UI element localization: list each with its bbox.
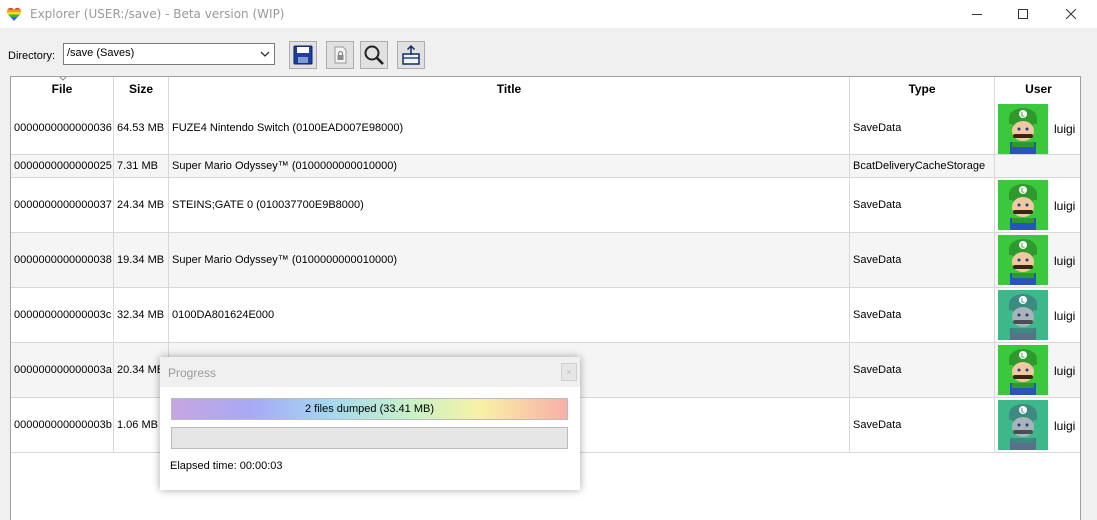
- user-name: luigi: [1054, 364, 1076, 378]
- svg-text:L: L: [1021, 189, 1025, 195]
- sort-arrow-icon: [59, 77, 67, 81]
- cell-size: 32.34 MB: [114, 288, 169, 342]
- cell-size: 64.53 MB: [114, 102, 169, 154]
- export-button[interactable]: [397, 41, 425, 69]
- table-row[interactable]: 000000000000003c 32.34 MB 0100DA801624E000…: [11, 288, 1080, 343]
- svg-text:L: L: [1021, 409, 1025, 415]
- toolbar: Directory: /save (Saves): [0, 28, 1097, 76]
- cell-size: 7.31 MB: [114, 155, 169, 177]
- column-header-user-label: User: [1025, 82, 1052, 96]
- cell-type: SaveData: [850, 178, 995, 232]
- column-header-file-label: File: [51, 82, 73, 96]
- cell-size: 19.34 MB: [114, 233, 169, 287]
- directory-label: Directory:: [8, 50, 56, 62]
- svg-text:L: L: [1021, 354, 1025, 360]
- window-title: Explorer (USER:/save) - Beta version (WI…: [30, 7, 285, 21]
- svg-text:L: L: [1021, 299, 1025, 305]
- maximize-icon: [1018, 9, 1028, 19]
- cell-file: 000000000000003b: [11, 398, 114, 452]
- cell-type: SaveData: [850, 343, 995, 397]
- table-row[interactable]: 0000000000000036 64.53 MB FUZE4 Nintendo S…: [11, 102, 1080, 155]
- table-row[interactable]: 0000000000000038 19.34 MB Super Mario Odys…: [11, 233, 1080, 288]
- table-row[interactable]: 0000000000000025 7.31 MB Super Mario Odyss…: [11, 155, 1080, 178]
- progress-bar-current-text: [172, 428, 567, 448]
- user-avatar: L: [998, 290, 1048, 340]
- dialog-close-button[interactable]: ×: [561, 363, 577, 381]
- progress-dialog-body: 2 files dumped (33.41 MB) Elapsed time: …: [160, 387, 580, 490]
- cell-file: 0000000000000025: [11, 155, 114, 177]
- column-header-title[interactable]: Title: [169, 77, 850, 102]
- cell-file: 000000000000003c: [11, 288, 114, 342]
- column-header-size-label: Size: [128, 82, 153, 96]
- column-header-size[interactable]: Size: [114, 77, 169, 102]
- user-name: luigi: [1054, 254, 1076, 268]
- cell-file: 0000000000000038: [11, 233, 114, 287]
- column-header-user[interactable]: User: [995, 77, 1080, 102]
- cell-file: 000000000000003a: [11, 343, 114, 397]
- directory-select[interactable]: /save (Saves): [63, 43, 275, 65]
- chevron-down-icon: [260, 51, 270, 57]
- cell-title: FUZE4 Nintendo Switch (0100EAD007E98000): [169, 102, 850, 154]
- user-name: luigi: [1054, 419, 1076, 433]
- maximize-button[interactable]: [1000, 0, 1046, 28]
- close-button[interactable]: [1048, 0, 1094, 28]
- progress-dialog-title: Progress: [168, 366, 217, 380]
- user-avatar: L: [998, 104, 1048, 154]
- lock-button[interactable]: [326, 41, 354, 69]
- svg-text:L: L: [1021, 244, 1025, 250]
- progress-bar-current: [171, 427, 568, 449]
- cell-file: 0000000000000037: [11, 178, 114, 232]
- close-icon: ×: [566, 367, 572, 377]
- cell-type: BcatDeliveryCacheStorage: [850, 155, 995, 177]
- directory-select-value: /save (Saves): [67, 47, 135, 59]
- table-header: File Size Title Type User: [11, 77, 1080, 102]
- title-bar: Explorer (USER:/save) - Beta version (WI…: [0, 0, 1097, 28]
- user-name: luigi: [1054, 199, 1076, 213]
- user-name: luigi: [1054, 122, 1076, 136]
- rainbow-heart-icon: [6, 7, 22, 22]
- cell-type: SaveData: [850, 102, 995, 154]
- cell-file: 0000000000000036: [11, 102, 114, 154]
- cell-type: SaveData: [850, 398, 995, 452]
- progress-dialog: Progress × 2 files dumped (33.41 MB) Ela…: [160, 357, 580, 490]
- cell-title: Super Mario Odyssey™ (0100000000010000): [169, 155, 850, 177]
- column-header-type-label: Type: [908, 82, 936, 96]
- column-header-file[interactable]: File: [11, 77, 114, 102]
- user-avatar: L: [998, 180, 1048, 230]
- cell-type: SaveData: [850, 288, 995, 342]
- cell-title: STEINS;GATE 0 (010037700E9B8000): [169, 178, 850, 232]
- cell-type: SaveData: [850, 233, 995, 287]
- user-avatar: L: [998, 345, 1048, 395]
- user-avatar: L: [998, 235, 1048, 285]
- minimize-icon: [972, 14, 982, 15]
- user-name: luigi: [1054, 309, 1076, 323]
- progress-bar-files-text: 2 files dumped (33.41 MB): [304, 403, 434, 415]
- search-icon: [364, 45, 384, 65]
- svg-text:L: L: [1021, 113, 1025, 119]
- progress-bar-files: 2 files dumped (33.41 MB): [171, 398, 568, 420]
- save-button[interactable]: [289, 41, 317, 69]
- user-avatar: L: [998, 400, 1048, 450]
- minimize-button[interactable]: [954, 0, 1000, 28]
- cell-title: Super Mario Odyssey™ (0100000000010000): [169, 233, 850, 287]
- cell-size: 24.34 MB: [114, 178, 169, 232]
- search-button[interactable]: [360, 41, 388, 69]
- export-box-icon: [402, 44, 420, 65]
- elapsed-time: Elapsed time: 00:00:03: [170, 460, 283, 472]
- close-icon: [1066, 9, 1076, 19]
- table-row[interactable]: 0000000000000037 24.34 MB STEINS;GATE 0 (0…: [11, 178, 1080, 233]
- lock-icon: [334, 46, 347, 64]
- cell-title: 0100DA801624E000: [169, 288, 850, 342]
- column-header-type[interactable]: Type: [850, 77, 995, 102]
- save-icon: [293, 45, 313, 65]
- column-header-title-label: Title: [496, 82, 522, 96]
